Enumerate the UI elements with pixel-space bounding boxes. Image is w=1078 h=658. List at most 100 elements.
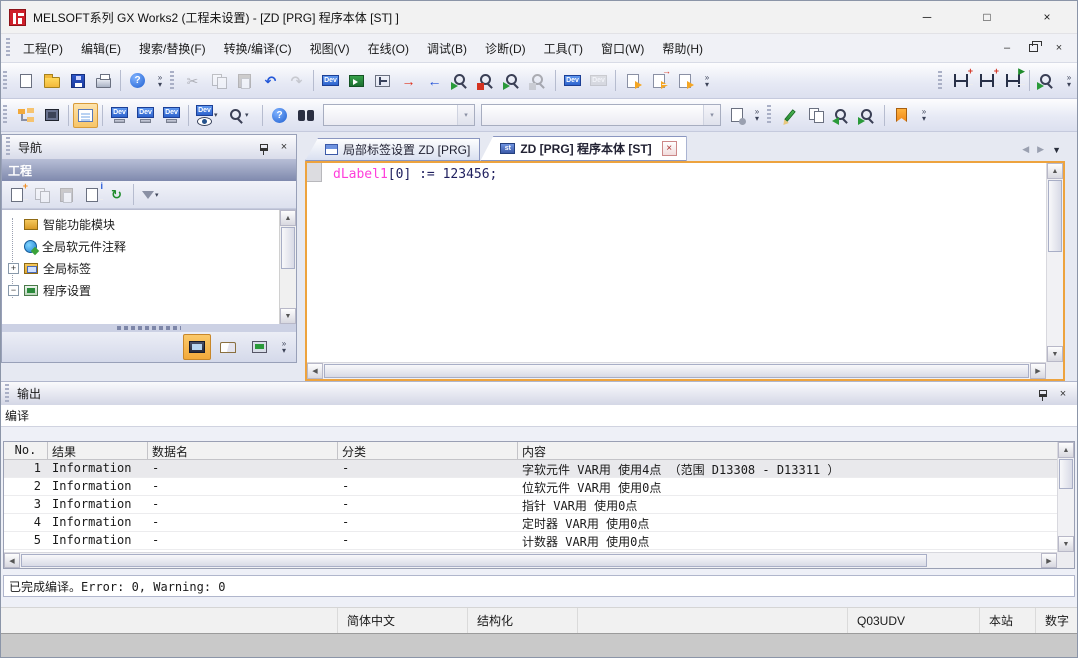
menu-compile[interactable]: 转换/编译(C) — [215, 36, 301, 61]
toolbar-overflow-button[interactable]: »▾ — [700, 67, 714, 95]
scroll-left-button[interactable]: ◀ — [307, 363, 323, 379]
redo-button[interactable]: ↷ — [284, 68, 309, 93]
scroll-track[interactable] — [280, 270, 296, 308]
statement-button[interactable] — [620, 68, 645, 93]
tab-program-body-st[interactable]: st ZD [PRG] 程序本体 [ST] × — [480, 136, 686, 161]
scroll-right-button[interactable]: ▶ — [1030, 363, 1046, 379]
connection-destination-button[interactable] — [245, 334, 273, 360]
ladder-instruction-button[interactable]: ▶ — [1000, 68, 1025, 93]
device-batch-list-button[interactable]: Dev — [159, 103, 184, 128]
navigation-toggle-button[interactable] — [13, 103, 38, 128]
menu-tools[interactable]: 工具(T) — [535, 36, 592, 61]
close-output-button[interactable]: × — [1055, 386, 1071, 402]
menu-window[interactable]: 窗口(W) — [592, 36, 653, 61]
scroll-track[interactable] — [1058, 490, 1074, 536]
menu-online[interactable]: 在线(O) — [359, 36, 418, 61]
tree-item-intelligent-module[interactable]: 智能功能模块 — [6, 213, 279, 235]
col-header-no[interactable]: No. — [4, 442, 48, 459]
toolbar-overflow-button[interactable]: »▾ — [153, 67, 167, 95]
menu-diagnostics[interactable]: 诊断(D) — [476, 36, 535, 61]
user-library-button[interactable] — [214, 334, 242, 360]
col-header-content[interactable]: 内容 — [518, 442, 1057, 459]
device-memory-button[interactable] — [344, 68, 369, 93]
device-comment-list-button[interactable]: Dev — [107, 103, 132, 128]
module-configuration-button[interactable] — [39, 103, 64, 128]
scroll-down-button[interactable]: ▼ — [1047, 346, 1063, 362]
sort-filter-button[interactable]: ▾ — [139, 183, 162, 206]
scroll-right-button[interactable]: ▶ — [1041, 553, 1057, 568]
table-row[interactable]: 4 Information - - 定时器 VAR用 使用0点 — [4, 514, 1057, 532]
tab-local-label-settings[interactable]: 局部标签设置 ZD [PRG] — [305, 138, 480, 161]
tab-scroll-left-button[interactable]: ◀ — [1022, 144, 1029, 155]
menu-help[interactable]: 帮助(H) — [653, 36, 712, 61]
toolbar-overflow-button[interactable]: »▾ — [1062, 67, 1076, 95]
work-window-button[interactable] — [73, 103, 98, 128]
open-project-button[interactable] — [39, 68, 64, 93]
paste-data-button[interactable] — [55, 183, 78, 206]
pin-panel-button[interactable] — [256, 139, 272, 155]
editor-vertical-scrollbar[interactable]: ▲ ▼ — [1046, 163, 1063, 362]
mdi-restore-button[interactable] — [1023, 39, 1043, 57]
scroll-down-button[interactable]: ▼ — [1058, 536, 1074, 552]
mdi-close-button[interactable]: × — [1049, 39, 1069, 57]
output-vertical-scrollbar[interactable]: ▲ ▼ — [1057, 442, 1074, 552]
device-comment-button[interactable]: Dev — [318, 68, 343, 93]
monitor-stop-button[interactable] — [474, 68, 499, 93]
close-button[interactable]: × — [1017, 1, 1077, 33]
tree-item-program-settings[interactable]: − 程序设置 — [6, 279, 279, 301]
monitor-mode-button[interactable] — [500, 68, 525, 93]
col-header-category[interactable]: 分类 — [338, 442, 518, 459]
edit-mode-button[interactable] — [777, 103, 802, 128]
ladder-contact-button[interactable]: + — [948, 68, 973, 93]
monitor-pause-button[interactable] — [526, 68, 551, 93]
menu-view[interactable]: 视图(V) — [301, 36, 359, 61]
table-row[interactable]: 2 Information - - 位软元件 VAR用 使用0点 — [4, 478, 1057, 496]
statement-batch-button[interactable] — [672, 68, 697, 93]
tree-scrollbar[interactable]: ▲ ▼ — [279, 210, 296, 324]
table-row[interactable]: 1 Information - - 字软元件 VAR用 使用4点 （范围 D13… — [4, 460, 1057, 478]
browse-button[interactable] — [724, 103, 749, 128]
device-batch-monitor-button[interactable]: Dev — [560, 68, 585, 93]
menu-find-replace[interactable]: 搜索/替换(F) — [130, 36, 215, 61]
panel-splitter[interactable] — [2, 324, 296, 332]
view-overflow-button[interactable]: »▾ — [277, 333, 291, 361]
tree-item-global-label[interactable]: + 全局标签 — [6, 257, 279, 279]
find-button[interactable] — [293, 103, 318, 128]
bookmark-button[interactable] — [889, 103, 914, 128]
refresh-button[interactable]: ↻ — [105, 183, 128, 206]
scroll-down-button[interactable]: ▼ — [280, 308, 296, 324]
col-header-result[interactable]: 结果 — [48, 442, 148, 459]
device-search-button[interactable] — [1034, 68, 1059, 93]
menu-project[interactable]: 工程(P) — [14, 36, 72, 61]
device-verify-button[interactable] — [370, 68, 395, 93]
menu-debug[interactable]: 调试(B) — [418, 36, 476, 61]
scroll-track[interactable] — [1047, 253, 1063, 346]
save-project-button[interactable] — [65, 68, 90, 93]
tab-close-button[interactable]: × — [662, 141, 677, 156]
col-header-data-name[interactable]: 数据名 — [148, 442, 338, 459]
write-to-plc-button[interactable]: → — [396, 68, 421, 93]
new-project-button[interactable] — [13, 68, 38, 93]
paste-button[interactable] — [232, 68, 257, 93]
minimize-button[interactable]: ─ — [897, 1, 957, 33]
device-register-monitor-button[interactable]: Dev — [586, 68, 611, 93]
device-display-button[interactable]: Dev▾ — [193, 103, 225, 128]
help-button[interactable]: ? — [125, 68, 150, 93]
copy-button[interactable] — [206, 68, 231, 93]
ladder-coil-button[interactable]: + — [974, 68, 999, 93]
table-row[interactable]: 3 Information - - 指针 VAR用 使用0点 — [4, 496, 1057, 514]
scroll-thumb[interactable] — [1048, 180, 1062, 252]
scroll-thumb[interactable] — [1059, 459, 1073, 489]
close-panel-button[interactable]: × — [276, 139, 292, 155]
monitor-start-button[interactable] — [448, 68, 473, 93]
output-horizontal-scrollbar[interactable]: ◀ ▶ — [4, 552, 1057, 568]
scroll-left-button[interactable]: ◀ — [4, 553, 20, 568]
tab-list-dropdown-button[interactable]: ▼ — [1052, 145, 1061, 155]
read-mode-button[interactable] — [803, 103, 828, 128]
find-combo-box[interactable]: ▾ — [481, 104, 721, 126]
scroll-thumb[interactable] — [324, 364, 1029, 378]
find-next-button[interactable] — [855, 103, 880, 128]
scroll-thumb[interactable] — [21, 554, 927, 567]
pin-output-button[interactable] — [1035, 386, 1051, 402]
undo-button[interactable]: ↶ — [258, 68, 283, 93]
